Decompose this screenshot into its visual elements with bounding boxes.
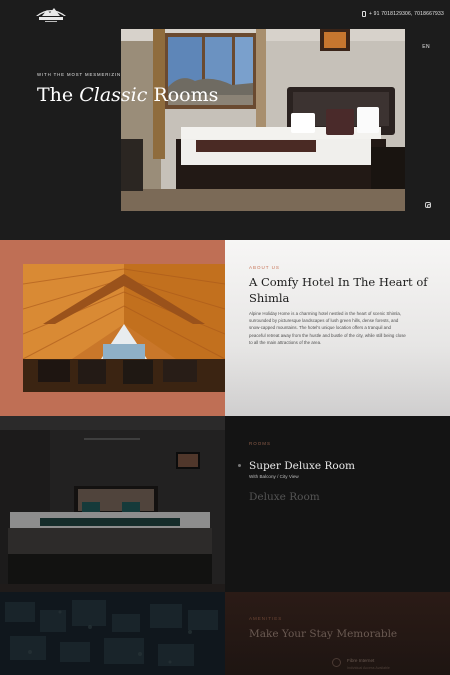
instagram-icon[interactable] [425,202,431,208]
amenity-item-title: Fibre Internet [347,658,375,663]
hotel-logo[interactable] [34,4,68,24]
hero-section: + 91 7018129306, 7018667933 EN WITH THE … [0,0,450,240]
hero-title-part1: The [37,84,74,106]
about-title: A Comfy Hotel In The Heart of Shimla [249,275,428,305]
rooms-preview-photo [0,416,225,592]
about-kicker: ABOUT US [249,265,280,270]
amenity-item: Fibre Internet Individual Access Availab… [332,658,390,670]
about-attic-photo [23,264,225,392]
amenities-kicker: AMENITIES [249,616,283,621]
hero-room-photo [121,29,405,211]
rooms-section: ROOMS Super Deluxe Room With Balcony / C… [0,416,450,592]
about-text-panel: ABOUT US A Comfy Hotel In The Heart of S… [225,240,450,416]
active-room-indicator [238,464,241,467]
rooms-list-panel: ROOMS Super Deluxe Room With Balcony / C… [225,416,450,592]
phone-contact[interactable]: + 91 7018129306, 7018667933 [361,11,444,17]
hero-title-italic: Classic [79,84,148,106]
amenities-panel: AMENITIES Make Your Stay Memorable Fibre… [225,592,450,675]
amenities-city-photo [0,592,225,675]
room-item-deluxe[interactable]: Deluxe Room [249,491,320,503]
hero-title: The Classic Rooms [37,84,218,106]
phone-icon [361,11,366,17]
amenities-section: AMENITIES Make Your Stay Memorable Fibre… [0,592,450,675]
language-switch[interactable]: EN [422,44,430,50]
about-description: Alpine Holiday Home is a charming hotel … [249,311,406,345]
wifi-icon [332,658,341,667]
amenities-title: Make Your Stay Memorable [249,628,398,640]
rooms-kicker: ROOMS [249,441,272,446]
about-color-panel [0,240,225,416]
phone-numbers: + 91 7018129306, 7018667933 [368,11,444,17]
amenity-item-subtitle: Individual Access Available [347,666,390,670]
about-section: ABOUT US A Comfy Hotel In The Heart of S… [0,240,450,416]
room-item-super-deluxe-subtitle: With Balcony / City View [249,474,299,479]
room-item-super-deluxe[interactable]: Super Deluxe Room [249,460,355,472]
hero-title-part2: Rooms [153,84,219,106]
